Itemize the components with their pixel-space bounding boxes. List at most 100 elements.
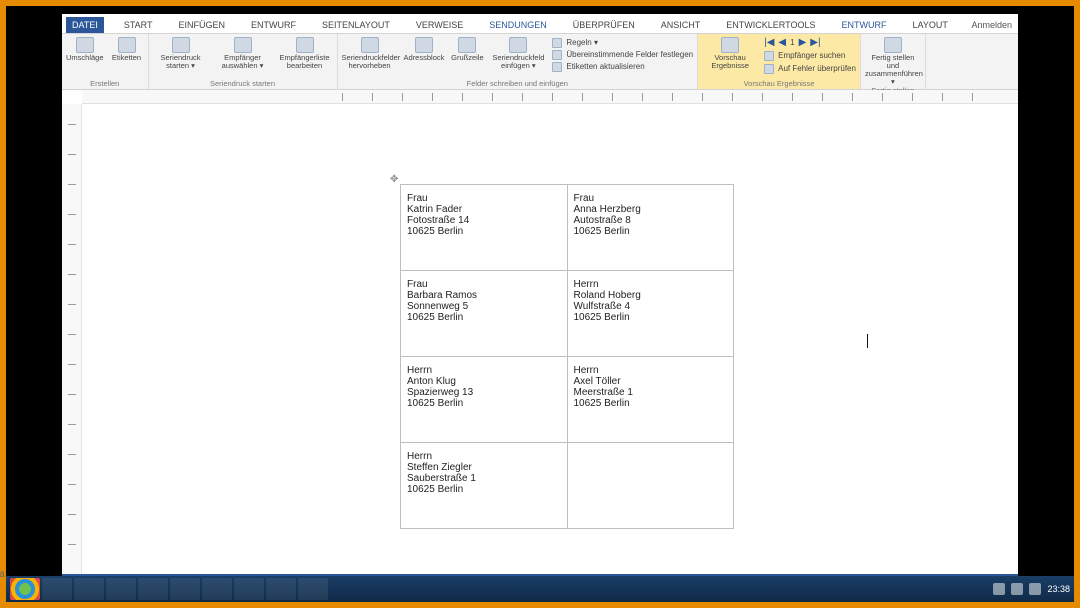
btn-fertigstellen[interactable]: Fertig stellen und zusammenführen ▾ [865,37,921,86]
nav-counter[interactable]: 1 [790,38,794,47]
nav-next[interactable]: ▶ [799,37,807,48]
page-sheet: ✥ Frau Katrin Fader Fotostraße 14 10625 … [340,124,800,574]
taskbar-app-media[interactable] [266,578,296,600]
ribbon-group-felder: Seriendruckfelder hervorheben Adressbloc… [338,34,699,89]
btn-vorschau-ergebnisse[interactable]: Vorschau Ergebnisse [702,37,758,70]
cell-city: 10625 Berlin [407,312,561,323]
btn-regeln[interactable]: Regeln ▾ [552,37,693,48]
btn-fehler-ueberpruefen[interactable]: Auf Fehler überprüfen [764,63,856,74]
btn-fertigstellen-label: Fertig stellen und zusammenführen ▾ [865,54,921,86]
stage: DATEI START EINFÜGEN ENTWURF SEITENLAYOU… [6,6,1074,602]
btn-grusszeile[interactable]: Grußzeile [450,37,484,62]
btn-felder-hervorheben[interactable]: Seriendruckfelder hervorheben [342,37,398,70]
label-cell-3[interactable]: Herrn Roland Hoberg Wulfstraße 4 10625 B… [567,271,734,357]
btn-seriendruckfeld-einfuegen[interactable]: Seriendruckfeld einfügen ▾ [490,37,546,70]
envelope-icon [76,37,94,53]
cell-name: Steffen Ziegler [407,462,561,473]
taskbar-app-antivirus[interactable] [138,578,168,600]
tray-clock[interactable]: 23:38 [1047,584,1070,594]
vertical-ruler[interactable] [62,104,82,574]
cell-name: Barbara Ramos [407,290,561,301]
group-label-erstellen: Erstellen [66,79,144,88]
ribbon-group-erstellen: Umschläge Etiketten Erstellen [62,34,149,89]
btn-gruss-label: Grußzeile [451,54,484,62]
taskbar-app-mail[interactable] [106,578,136,600]
label-cell-7[interactable] [567,443,734,529]
findrecipient-icon [764,51,774,61]
taskbar-app-other[interactable] [298,578,328,600]
tray-volume-icon[interactable] [1011,583,1023,595]
taskbar-app-browser[interactable] [74,578,104,600]
account-sign-in[interactable]: Anmelden [971,20,1012,30]
tab-ueberpruefen[interactable]: ÜBERPRÜFEN [567,17,641,33]
tab-sendungen[interactable]: SENDUNGEN [483,17,553,33]
updatelabels-icon [552,62,562,72]
tab-entwurf-tabletools[interactable]: ENTWURF [835,17,892,33]
horizontal-ruler[interactable] [82,90,1018,104]
tab-verweise[interactable]: VERWEISE [410,17,469,33]
btn-empfaengerliste[interactable]: Empfängerliste bearbeiten [277,37,333,70]
tab-seitenlayout[interactable]: SEITENLAYOUT [316,17,396,33]
nav-last[interactable]: ▶| [810,37,820,48]
windows-taskbar: 23:38 [6,576,1074,602]
label-cell-2[interactable]: Frau Barbara Ramos Sonnenweg 5 10625 Ber… [401,271,568,357]
cell-salutation: Herrn [407,451,561,462]
label-cell-1[interactable]: Frau Anna Herzberg Autostraße 8 10625 Be… [567,185,734,271]
cell-street: Spazierweg 13 [407,387,561,398]
cell-salutation: Frau [574,193,728,204]
tray-action-icon[interactable] [1029,583,1041,595]
tab-einfuegen[interactable]: EINFÜGEN [173,17,232,33]
btn-update-labels[interactable]: Etiketten aktualisieren [552,61,693,72]
btn-seriendruck-starten[interactable]: Seriendruck starten ▾ [153,37,209,70]
taskbar-app-spotify[interactable] [170,578,200,600]
table-anchor-icon[interactable]: ✥ [390,174,398,185]
label-cell-6[interactable]: Herrn Steffen Ziegler Sauberstraße 1 106… [401,443,568,529]
matchfields-icon [552,50,562,60]
taskbar-app-word[interactable] [202,578,232,600]
labels-table[interactable]: Frau Katrin Fader Fotostraße 14 10625 Be… [400,184,734,529]
group-label-seriendruck: Seriendruck starten [153,79,333,88]
btn-match-fields[interactable]: Übereinstimmende Felder festlegen [552,49,693,60]
btn-liste-label: Empfängerliste bearbeiten [277,54,333,70]
btn-einfuegen-label: Seriendruckfeld einfügen ▾ [490,54,546,70]
taskbar-app-explorer[interactable] [42,578,72,600]
tab-layout[interactable]: LAYOUT [906,17,953,33]
group-label-vorschau: Vorschau Ergebnisse [702,79,856,88]
cell-street: Wulfstraße 4 [574,301,728,312]
editlist-icon [296,37,314,53]
cell-city: 10625 Berlin [574,226,728,237]
start-button[interactable] [10,578,40,600]
cell-name: Roland Hoberg [574,290,728,301]
cell-street: Meerstraße 1 [574,387,728,398]
nav-prev[interactable]: ◀ [778,37,786,48]
btn-adressblock[interactable]: Adressblock [404,37,445,62]
tab-ansicht[interactable]: ANSICHT [655,17,707,33]
cell-city: 10625 Berlin [574,398,728,409]
tab-start[interactable]: START [118,17,159,33]
btn-adresse-label: Adressblock [404,54,445,62]
btn-empfaenger-auswaehlen[interactable]: Empfänger auswählen ▾ [215,37,271,70]
tab-entwurf[interactable]: ENTWURF [245,17,302,33]
ribbon: Umschläge Etiketten Erstellen Seriendruc… [62,34,1018,90]
greeting-icon [458,37,476,53]
system-tray: 23:38 [993,576,1070,602]
btn-umschlaege-label: Umschläge [66,54,104,62]
document-area: ✥ Frau Katrin Fader Fotostraße 14 10625 … [62,104,1018,574]
labels-icon [118,37,136,53]
tab-entwickler[interactable]: ENTWICKLERTOOLS [720,17,821,33]
tab-datei[interactable]: DATEI [66,17,104,33]
btn-umschlaege[interactable]: Umschläge [66,37,104,62]
btn-etiketten[interactable]: Etiketten [110,37,144,62]
taskbar-app-excel[interactable] [234,578,264,600]
page-canvas[interactable]: ✥ Frau Katrin Fader Fotostraße 14 10625 … [82,104,1018,574]
label-cell-5[interactable]: Herrn Axel Töller Meerstraße 1 10625 Ber… [567,357,734,443]
cell-salutation: Frau [407,193,561,204]
cell-street: Fotostraße 14 [407,215,561,226]
btn-empfaenger-suchen[interactable]: Empfänger suchen [764,50,856,61]
nav-first[interactable]: |◀ [764,37,774,48]
label-cell-4[interactable]: Herrn Anton Klug Spazierweg 13 10625 Ber… [401,357,568,443]
text-cursor [867,334,868,348]
tray-network-icon[interactable] [993,583,1005,595]
cell-name: Axel Töller [574,376,728,387]
label-cell-0[interactable]: Frau Katrin Fader Fotostraße 14 10625 Be… [401,185,568,271]
